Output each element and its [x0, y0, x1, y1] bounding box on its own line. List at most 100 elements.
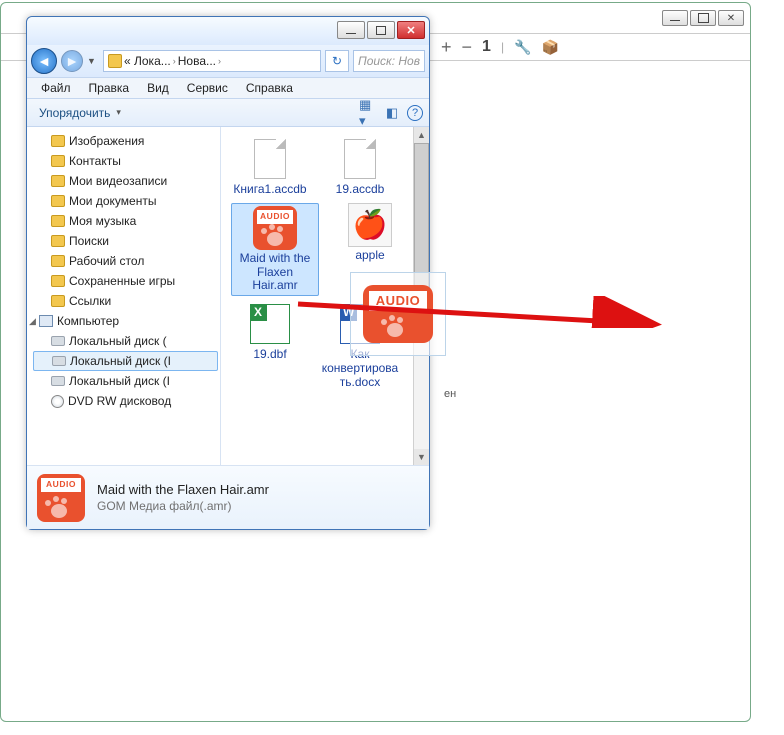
tree-item[interactable]: Моя музыка [33, 211, 218, 231]
tree-item[interactable]: Локальный диск (I [33, 371, 218, 391]
explorer-titlebar[interactable] [27, 17, 429, 45]
menu-edit[interactable]: Правка [81, 79, 138, 97]
tree-item-label: Поиски [69, 234, 109, 248]
tree-item-label: Изображения [69, 134, 144, 148]
folder-icon [51, 295, 65, 307]
menu-service[interactable]: Сервис [179, 79, 236, 97]
folder-icon [51, 155, 65, 167]
file-label: Книга1.accdb [233, 183, 306, 197]
tree-item[interactable]: Компьютер [33, 311, 218, 331]
file-item[interactable]: Maid with the Flaxen Hair.amr [231, 203, 319, 296]
tree-item-label: Рабочий стол [69, 254, 144, 268]
folder-icon [51, 215, 65, 227]
document-icon [344, 139, 376, 179]
tree-item-label: Моя музыка [69, 214, 136, 228]
nav-history-dropdown[interactable]: ▼ [87, 48, 99, 74]
folder-icon [51, 255, 65, 267]
file-label: 19.accdb [336, 183, 385, 197]
tree-item[interactable]: Контакты [33, 151, 218, 171]
drive-icon [51, 336, 65, 346]
audio-icon [363, 285, 433, 343]
details-filename: Maid with the Flaxen Hair.amr [97, 482, 269, 497]
tree-item-label: Локальный диск (I [69, 374, 170, 388]
drag-ghost [350, 272, 446, 356]
scroll-down-button[interactable]: ▼ [414, 449, 429, 465]
box-icon[interactable]: 📦 [542, 39, 559, 56]
computer-icon [39, 315, 53, 327]
drop-hint-text: ен [444, 388, 456, 400]
organize-button[interactable]: Упорядочить [33, 104, 127, 122]
maximize-button[interactable] [367, 21, 395, 39]
search-input[interactable]: Поиск: Нов [353, 50, 425, 72]
breadcrumb-sep: › [218, 56, 221, 66]
file-item[interactable]: Книга1.accdb [231, 137, 309, 197]
folder-icon [108, 54, 122, 68]
tree-item-label: Локальный диск ( [69, 334, 167, 348]
tree-item-label: Мои видеозаписи [69, 174, 167, 188]
details-filetype: GOM Медиа файл(.amr) [97, 499, 269, 513]
drive-icon [52, 356, 66, 366]
tree-item[interactable]: Поиски [33, 231, 218, 251]
tree-item[interactable]: Рабочий стол [33, 251, 218, 271]
one-label: 1 [482, 38, 491, 56]
close-button[interactable] [397, 21, 425, 39]
tree-item[interactable]: Локальный диск ( [33, 331, 218, 351]
file-label: Maid with the Flaxen Hair.amr [234, 252, 316, 293]
file-label: apple [355, 249, 384, 263]
refresh-button[interactable]: ↻ [325, 50, 349, 72]
file-item[interactable]: 19.accdb [321, 137, 399, 197]
details-icon [37, 474, 85, 522]
drive-icon [51, 376, 65, 386]
tree-item-label: Контакты [69, 154, 121, 168]
document-icon [254, 139, 286, 179]
preview-pane-button[interactable]: ◧ [383, 104, 401, 122]
tree-item[interactable]: Сохраненные игры [33, 271, 218, 291]
minimize-button[interactable] [337, 21, 365, 39]
tree-item[interactable]: Изображения [33, 131, 218, 151]
audio-icon [253, 206, 297, 250]
settings-icon[interactable]: 🔧 [514, 39, 531, 56]
bg-close-button[interactable] [718, 10, 744, 26]
file-item[interactable]: 19.dbf [231, 302, 309, 389]
tree-item-label: DVD RW дисковод [68, 394, 171, 408]
scroll-up-button[interactable]: ▲ [414, 127, 429, 143]
bg-minimize-button[interactable] [662, 10, 688, 26]
nav-tree[interactable]: Изображения Контакты Мои видеозаписи Мои до… [27, 127, 221, 465]
nav-bar: ◄ ► ▼ « Лока... › Нова... › ↻ Поиск: Нов [27, 45, 429, 77]
tree-item-label: Компьютер [57, 314, 119, 328]
file-label: 19.dbf [253, 348, 286, 362]
breadcrumb-sep: › [173, 56, 176, 66]
details-pane: Maid with the Flaxen Hair.amr GOM Медиа … [27, 465, 429, 529]
menu-file[interactable]: Файл [33, 79, 79, 97]
tree-item-label: Мои документы [69, 194, 156, 208]
folder-icon [51, 275, 65, 287]
menu-help[interactable]: Справка [238, 79, 301, 97]
add-button[interactable]: + [441, 37, 452, 58]
dvd-icon [51, 395, 64, 408]
bg-maximize-button[interactable] [690, 10, 716, 26]
folder-icon [51, 175, 65, 187]
help-icon[interactable]: ? [407, 105, 423, 121]
command-bar: Упорядочить ▦ ▾ ◧ ? [27, 99, 429, 127]
tree-item-label: Сохраненные игры [69, 274, 175, 288]
breadcrumb-seg[interactable]: Нова... [178, 54, 216, 68]
folder-icon [51, 195, 65, 207]
breadcrumb[interactable]: « Лока... › Нова... › [103, 50, 321, 72]
tree-item-label: Локальный диск (I [70, 354, 171, 368]
breadcrumb-seg[interactable]: « Лока... [124, 54, 171, 68]
nav-forward-button[interactable]: ► [61, 50, 83, 72]
nav-back-button[interactable]: ◄ [31, 48, 57, 74]
folder-icon [51, 135, 65, 147]
menu-view[interactable]: Вид [139, 79, 177, 97]
tree-item[interactable]: Мои документы [33, 191, 218, 211]
tree-item[interactable]: Локальный диск (I [33, 351, 218, 371]
image-icon [348, 203, 392, 247]
tree-item[interactable]: DVD RW дисковод [33, 391, 218, 411]
tree-item[interactable]: Мои видеозаписи [33, 171, 218, 191]
tree-item[interactable]: Ссылки [33, 291, 218, 311]
remove-button[interactable]: − [462, 37, 473, 58]
tree-item-label: Ссылки [69, 294, 111, 308]
excel-icon [250, 304, 290, 344]
views-button[interactable]: ▦ ▾ [359, 104, 377, 122]
folder-icon [51, 235, 65, 247]
